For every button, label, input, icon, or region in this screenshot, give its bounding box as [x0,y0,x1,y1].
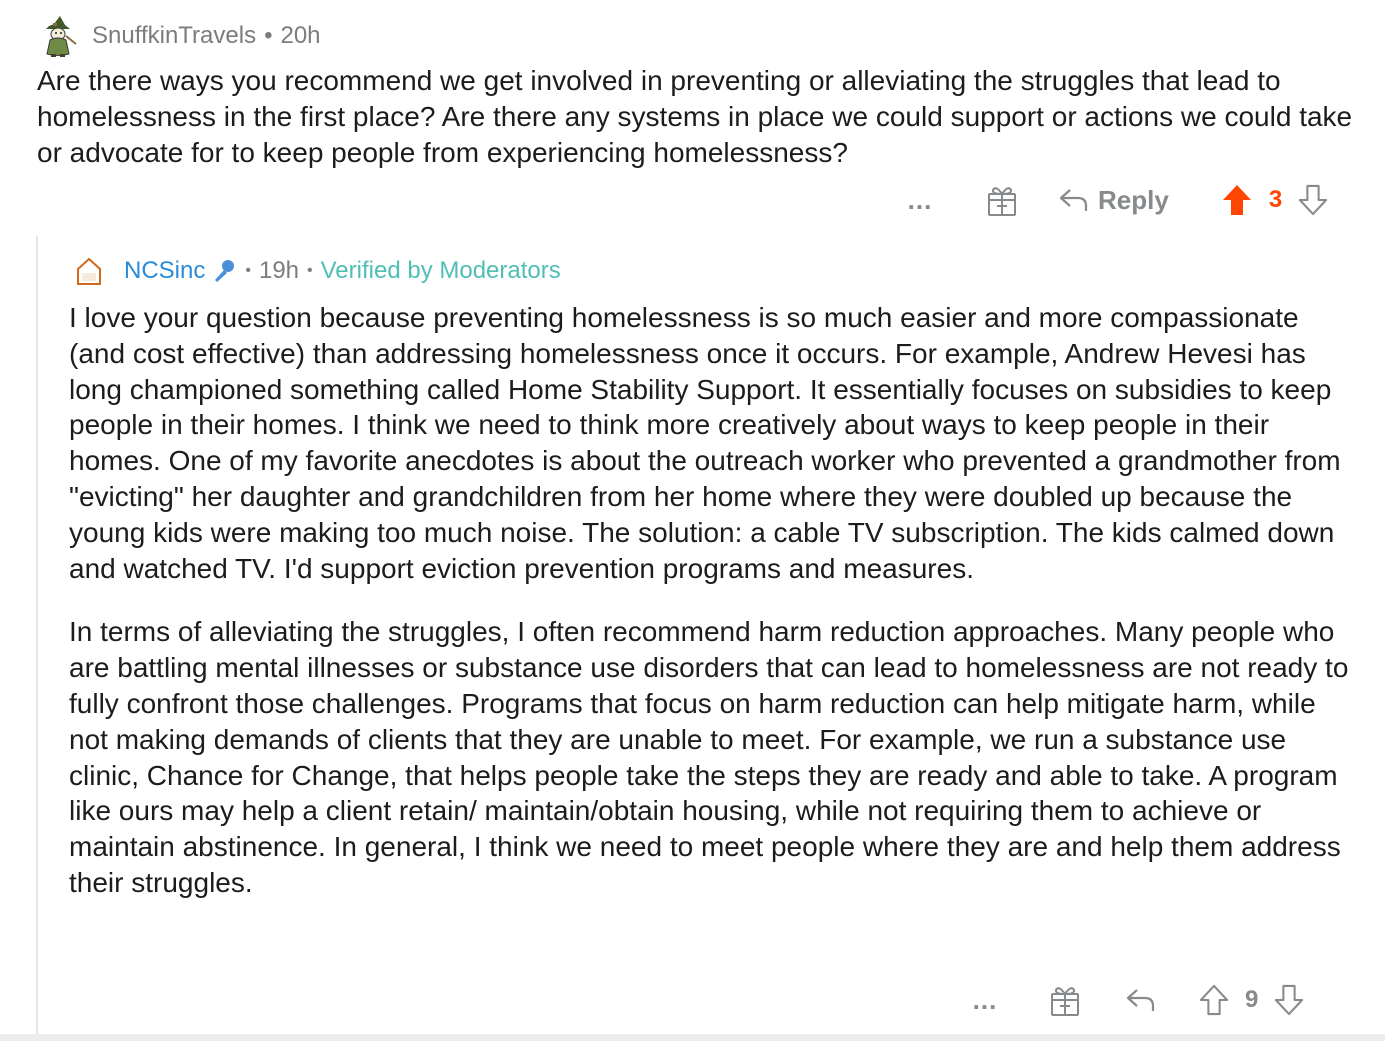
comment-timestamp[interactable]: 20h [280,22,320,50]
meta-separator: • [264,22,273,49]
verified-badge: Verified by Moderators [320,257,561,284]
vote-score: 3 [1268,186,1283,213]
reply-username[interactable]: NCSinc [124,257,205,285]
more-options-button[interactable]: ... [898,187,942,213]
downvote-button[interactable] [1298,184,1328,216]
comment-username[interactable]: SnuffkinTravels [92,22,256,50]
reply-header: NCSinc • 19h • Verified by Moderators [76,253,561,289]
vote-score: 9 [1245,986,1259,1013]
reply-button[interactable] [1125,987,1155,1013]
reply-arrow-icon [1059,189,1088,211]
gift-award-icon [988,187,1016,216]
downvote-arrow-icon [1275,984,1304,1016]
upvote-button[interactable] [1221,183,1253,217]
gift-award-icon [1051,987,1079,1016]
reply-arrow-icon [1126,989,1155,1011]
downvote-arrow-icon [1299,184,1328,216]
reply-label: Reply [1098,184,1169,215]
ncs-house-logo-icon[interactable] [76,256,102,286]
reply-timestamp[interactable]: 19h [259,257,299,285]
more-options-button[interactable]: ... [963,987,1007,1013]
microphone-icon [215,260,235,282]
reply-action-bar: ... 9 [963,980,1304,1020]
reply-paragraph: In terms of alleviating the struggles, I… [69,616,1349,898]
upvote-arrow-icon [1222,185,1251,215]
comment-header: SnuffkinTravels • 20h [36,14,321,58]
downvote-button[interactable] [1274,984,1304,1016]
comment-body: Are there ways you recommend we get invo… [37,65,1353,168]
thread-line[interactable] [36,236,38,1034]
page-bottom-divider [0,1034,1385,1041]
give-award-button[interactable] [1045,983,1085,1017]
meta-separator: • [245,262,251,279]
snufkin-avatar-icon[interactable] [36,14,80,58]
give-award-button[interactable] [982,183,1022,217]
comment-action-bar: ... Reply 3 [898,180,1328,220]
reply-body: I love your question because preventing … [69,300,1359,929]
upvote-button[interactable] [1199,984,1229,1016]
reply-button[interactable]: Reply [1058,185,1169,216]
upvote-arrow-icon [1199,984,1229,1016]
reply-paragraph: I love your question because preventing … [69,302,1341,584]
meta-separator: • [307,262,313,279]
